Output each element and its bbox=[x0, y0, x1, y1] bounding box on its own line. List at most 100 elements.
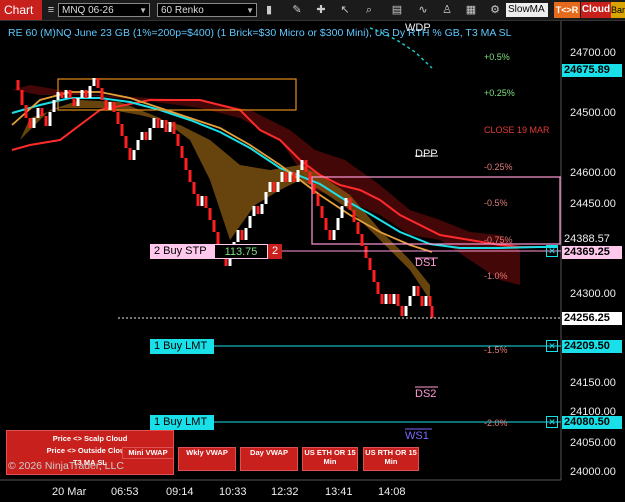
renko-brick bbox=[40, 108, 44, 116]
chart-title: RE 60 (M)NQ June 23 GB (1%=200p=$400) (1… bbox=[8, 27, 512, 39]
renko-brick bbox=[36, 108, 40, 118]
renko-brick bbox=[348, 198, 352, 210]
chevron-down-icon: ▼ bbox=[139, 6, 147, 15]
us-eth-or-button[interactable]: US ETH OR 15 Min bbox=[302, 447, 358, 471]
renko-brick bbox=[380, 294, 384, 304]
zoom-icon[interactable]: ⌕ bbox=[362, 3, 376, 17]
renko-brick bbox=[264, 192, 268, 204]
renko-brick bbox=[288, 172, 292, 182]
renko-brick bbox=[428, 296, 432, 306]
renko-brick bbox=[184, 158, 188, 170]
renko-brick bbox=[100, 88, 104, 100]
us-rth-or-button[interactable]: US RTH OR 15 Min bbox=[363, 447, 419, 471]
renko-brick bbox=[216, 232, 220, 244]
instrument-select[interactable]: MNQ 06-26 ▼ bbox=[58, 3, 150, 17]
renko-brick bbox=[252, 206, 256, 216]
renko-brick bbox=[116, 112, 120, 124]
renko-brick bbox=[76, 98, 80, 106]
time-axis-label: 06:53 bbox=[111, 486, 139, 498]
price-axis-label: 24600.00 bbox=[570, 167, 616, 179]
price-axis-label: 24500.00 bbox=[570, 107, 616, 119]
buy-stop-order-label[interactable]: 2 Buy STP bbox=[150, 244, 214, 259]
tools-icon[interactable]: ⚙ bbox=[488, 3, 502, 17]
indicator-select[interactable]: SlowMA bbox=[506, 3, 548, 17]
scalp-cloud-button[interactable]: Price <> Scalp Cloud bbox=[7, 433, 173, 445]
pct-label: -2.0% bbox=[484, 418, 508, 428]
buy-stop-price[interactable]: 113.75 bbox=[214, 244, 268, 259]
renko-brick bbox=[324, 218, 328, 230]
renko-brick bbox=[124, 136, 128, 148]
renko-brick bbox=[144, 132, 148, 140]
cloud-button[interactable]: Cloud bbox=[581, 2, 611, 18]
pct-label: +0.5% bbox=[484, 52, 510, 62]
time-axis-label: 20 Mar bbox=[52, 486, 87, 498]
renko-brick bbox=[84, 90, 88, 98]
close-order-icon[interactable]: ✕ bbox=[546, 340, 558, 352]
renko-brick bbox=[364, 246, 368, 258]
pct-label: -0.25% bbox=[484, 162, 513, 172]
price-axis-label: 24050.00 bbox=[570, 437, 616, 449]
renko-brick bbox=[52, 100, 56, 112]
renko-brick bbox=[96, 78, 100, 88]
renko-brick bbox=[208, 208, 212, 220]
tcr-button[interactable]: T<>R bbox=[554, 2, 580, 18]
crosshair-icon[interactable]: ✚ bbox=[314, 3, 328, 17]
renko-brick bbox=[44, 116, 48, 126]
renko-brick bbox=[424, 296, 428, 306]
renko-brick bbox=[148, 128, 152, 140]
cursor-icon[interactable]: ↖ bbox=[338, 3, 352, 17]
wdp-label: WDP bbox=[405, 22, 431, 34]
renko-brick bbox=[180, 146, 184, 158]
renko-brick bbox=[172, 122, 176, 134]
bar-style-icon[interactable]: ▮ bbox=[262, 3, 276, 17]
template-icon[interactable]: ▦ bbox=[464, 3, 478, 17]
buy-limit-order-2[interactable]: 1 Buy LMT bbox=[150, 415, 214, 430]
close-order-icon[interactable]: ✕ bbox=[546, 416, 558, 428]
renko-brick bbox=[196, 194, 200, 206]
close-order-icon[interactable]: ✕ bbox=[546, 245, 558, 257]
renko-brick bbox=[188, 170, 192, 182]
properties-icon[interactable]: ▤ bbox=[390, 3, 404, 17]
price-axis-label: 24700.00 bbox=[570, 47, 616, 59]
renko-brick bbox=[292, 172, 296, 182]
renko-brick bbox=[204, 196, 208, 208]
buy-stop-quantity[interactable]: 2 bbox=[268, 244, 282, 259]
ws1-label: WS1 bbox=[405, 430, 429, 442]
renko-brick bbox=[272, 182, 276, 192]
renko-brick bbox=[128, 148, 132, 160]
pencil-icon[interactable]: ✎ bbox=[290, 3, 304, 17]
renko-brick bbox=[352, 210, 356, 222]
renko-brick bbox=[360, 234, 364, 246]
pct-label: -0.75% bbox=[484, 235, 513, 245]
strategy-icon[interactable]: ♙ bbox=[440, 3, 454, 17]
indicators-icon[interactable]: ∿ bbox=[416, 3, 430, 17]
renko-brick bbox=[368, 258, 372, 270]
renko-brick bbox=[356, 222, 360, 234]
renko-brick bbox=[192, 182, 196, 194]
renko-brick bbox=[212, 220, 216, 232]
menu-icon[interactable]: ≡ bbox=[44, 3, 58, 17]
renko-brick bbox=[312, 184, 316, 194]
renko-brick bbox=[176, 134, 180, 146]
copyright: © 2026 NinjaTrader, LLC bbox=[8, 460, 124, 472]
price-marker-ma: 24388.57 bbox=[562, 233, 622, 246]
chart-tab[interactable]: Chart bbox=[0, 0, 42, 20]
price-marker-top: 24675.89 bbox=[562, 64, 622, 77]
renko-brick bbox=[56, 92, 60, 100]
instrument-value: MNQ 06-26 bbox=[62, 5, 114, 16]
renko-brick bbox=[244, 228, 248, 240]
renko-brick bbox=[64, 90, 68, 98]
renko-brick bbox=[24, 105, 28, 118]
renko-brick bbox=[120, 124, 124, 136]
day-vwap-button[interactable]: Day VWAP bbox=[240, 447, 298, 471]
buy-limit-order-1[interactable]: 1 Buy LMT bbox=[150, 339, 214, 354]
renko-brick bbox=[384, 294, 388, 304]
renko-brick bbox=[236, 230, 240, 242]
bar-type-select[interactable]: 60 Renko ▼ bbox=[157, 3, 257, 17]
renko-brick bbox=[376, 282, 380, 294]
renko-brick bbox=[60, 92, 64, 98]
bar-button[interactable]: Bar bbox=[611, 2, 625, 18]
mini-vwap-button[interactable]: Mini VWAP bbox=[122, 447, 174, 459]
wkly-vwap-button[interactable]: Wkly VWAP bbox=[178, 447, 236, 471]
renko-brick bbox=[430, 306, 434, 318]
